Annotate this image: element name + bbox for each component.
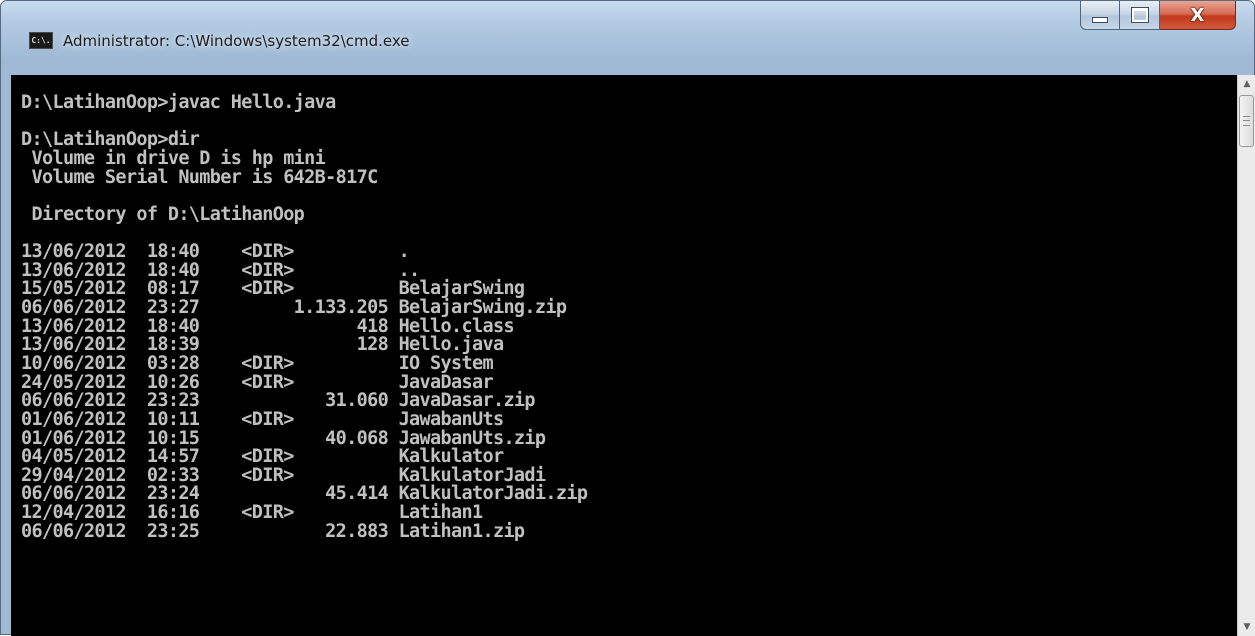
console-line: Volume Serial Number is 642B-817C: [21, 166, 378, 188]
console-line: 06/06/2012 23:25 22.883 Latihan1.zip: [21, 520, 525, 542]
maximize-button[interactable]: [1120, 1, 1160, 30]
close-button[interactable]: X: [1160, 1, 1236, 30]
console-line: 10/06/2012 03:28 <DIR> IO System: [21, 352, 494, 374]
cmd-icon[interactable]: C:\.: [29, 32, 53, 49]
scrollbar-thumb[interactable]: [1239, 95, 1254, 147]
scrollbar-grip-icon: [1243, 116, 1250, 126]
minimize-icon: [1092, 17, 1108, 23]
scroll-up-arrow-icon[interactable]: ▲: [1238, 75, 1255, 93]
caption-buttons: X: [1080, 1, 1236, 31]
console-line: 06/06/2012 23:27 1.133.205 BelajarSwing.…: [21, 297, 567, 319]
console-line: 13/06/2012 18:40 <DIR> .: [21, 241, 410, 263]
console-line: Directory of D:\LatihanOop: [21, 203, 305, 225]
console-lines: D:\LatihanOop>javac Hello.java D:\Latihan…: [21, 92, 588, 542]
close-icon: X: [1190, 4, 1205, 26]
title-bar[interactable]: C:\. Administrator: C:\Windows\system32\…: [1, 1, 1254, 75]
vertical-scrollbar[interactable]: ▲ ▼: [1237, 75, 1255, 636]
minimize-button[interactable]: [1080, 1, 1120, 30]
console-line: Volume in drive D is hp mini: [21, 147, 326, 169]
window-title: Administrator: C:\Windows\system32\cmd.e…: [63, 32, 410, 50]
console-line: 12/04/2012 16:16 <DIR> Latihan1: [21, 502, 483, 524]
maximize-icon: [1130, 7, 1149, 23]
cmd-window: C:\. Administrator: C:\Windows\system32\…: [0, 0, 1255, 636]
scroll-down-arrow-icon[interactable]: ▼: [1238, 618, 1255, 636]
console-output[interactable]: D:\LatihanOop>javac Hello.java D:\Latihan…: [11, 75, 1237, 636]
console-line: 01/06/2012 10:11 <DIR> JawabanUts: [21, 408, 504, 430]
console-line: D:\LatihanOop>javac Hello.java: [21, 92, 336, 113]
